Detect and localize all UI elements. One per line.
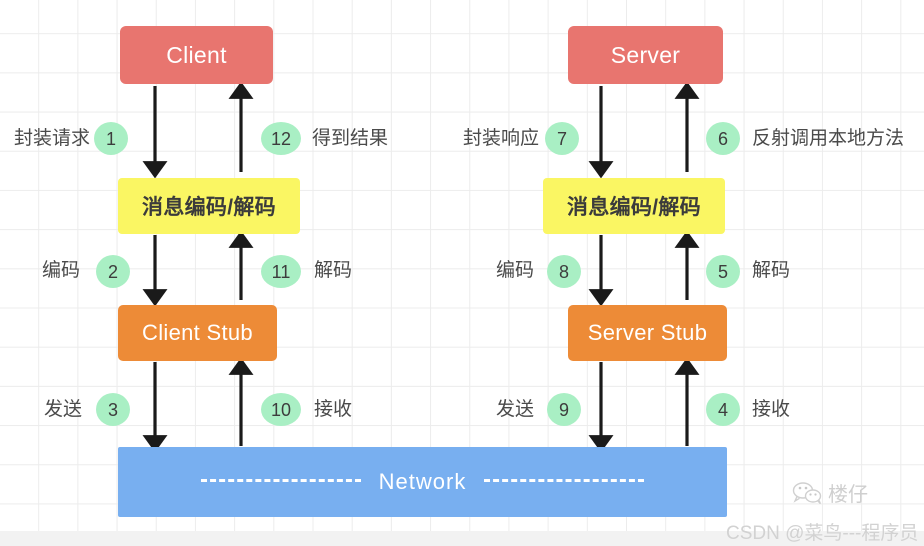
node-client-stub-label: Client Stub	[142, 320, 253, 345]
node-client[interactable]: Client	[120, 26, 273, 84]
node-client-stub[interactable]: Client Stub	[118, 305, 277, 361]
step-badge-3: 3	[96, 393, 130, 426]
step-badge-12: 12	[261, 122, 301, 155]
node-network[interactable]: Network	[118, 447, 727, 517]
node-server-stub-label: Server Stub	[587, 320, 708, 345]
step-badge-6: 6	[706, 122, 740, 155]
step-label-3: 发送	[44, 399, 83, 420]
step-label-5: 解码	[752, 260, 791, 281]
node-client-codec-label: 消息编码/解码	[142, 196, 276, 219]
step-badge-8: 8	[547, 255, 581, 288]
step-label-7: 封装响应	[463, 128, 540, 149]
wechat-watermark: 楼仔	[792, 478, 868, 507]
node-server-codec[interactable]: 消息编码/解码	[543, 178, 725, 234]
step-badge-5: 5	[706, 255, 740, 288]
step-label-12: 得到结果	[312, 128, 389, 149]
wechat-icon	[792, 481, 822, 504]
csdn-watermark: CSDN @菜鸟---程序员	[726, 523, 919, 544]
network-dash-right	[484, 478, 645, 482]
step-label-6: 反射调用本地方法	[752, 128, 905, 149]
node-server-codec-label: 消息编码/解码	[567, 196, 701, 219]
step-badge-9: 9	[547, 393, 581, 426]
node-server-stub[interactable]: Server Stub	[568, 305, 727, 361]
step-badge-10: 10	[261, 393, 301, 426]
step-badge-4: 4	[706, 393, 740, 426]
step-label-10: 接收	[314, 399, 353, 420]
step-label-2: 编码	[42, 260, 81, 281]
step-label-4: 接收	[752, 399, 791, 420]
step-label-9: 发送	[496, 399, 535, 420]
node-network-label: Network	[378, 469, 467, 494]
step-label-8: 编码	[496, 260, 535, 281]
step-badge-2: 2	[96, 255, 130, 288]
wechat-watermark-name: 楼仔	[828, 484, 868, 506]
step-badge-7: 7	[545, 122, 579, 155]
step-label-1: 封装请求	[14, 128, 91, 149]
step-badge-11: 11	[261, 255, 301, 288]
step-label-11: 解码	[314, 260, 353, 281]
node-server[interactable]: Server	[568, 26, 723, 84]
node-server-label: Server	[610, 41, 681, 68]
diagram-canvas: Client Server 消息编码/解码 消息编码/解码 Client Stu…	[0, 0, 924, 546]
node-client-codec[interactable]: 消息编码/解码	[118, 178, 300, 234]
node-client-label: Client	[166, 41, 227, 68]
network-dash-left	[200, 478, 361, 482]
step-badge-1: 1	[94, 122, 128, 155]
